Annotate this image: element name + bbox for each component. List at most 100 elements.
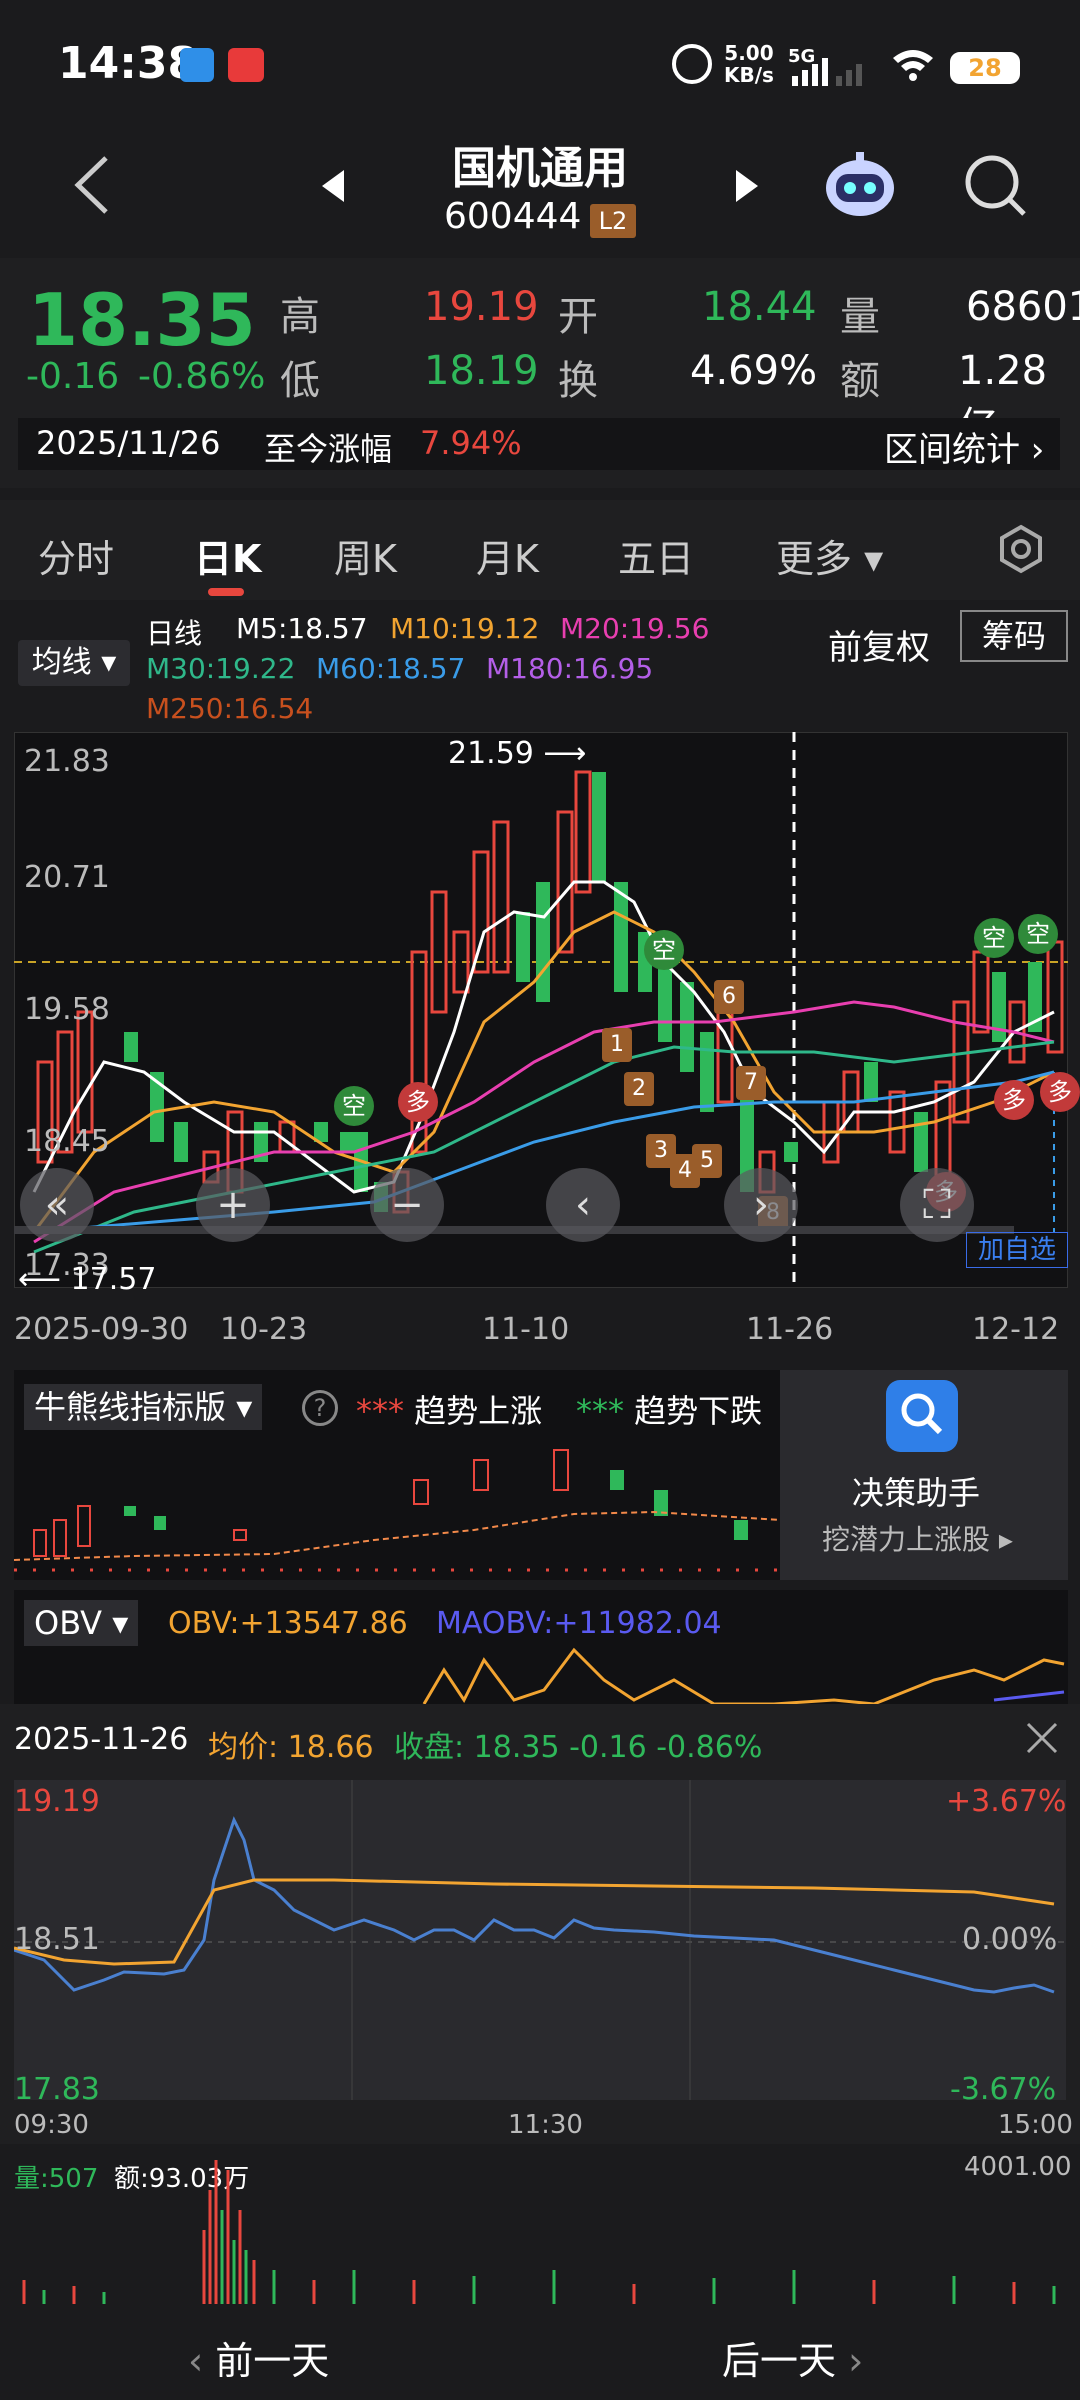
settings-icon[interactable] bbox=[996, 524, 1046, 578]
intraday-high-pct: +3.67% bbox=[946, 1784, 1067, 1819]
short-signal-badge: 空 bbox=[644, 930, 684, 970]
obv-value: OBV:+13547.86 bbox=[168, 1606, 408, 1641]
obv-canvas bbox=[422, 1647, 1065, 1704]
add-watchlist-button[interactable]: 加自选 bbox=[966, 1232, 1068, 1268]
intraday-high: 19.19 bbox=[14, 1784, 100, 1819]
change-value: -0.16 bbox=[26, 356, 120, 397]
zoom-bar bbox=[14, 1226, 1014, 1234]
count-tag: 7 bbox=[736, 1066, 766, 1100]
period-tabs bbox=[0, 500, 1080, 600]
signal-icon bbox=[790, 54, 870, 86]
y-tick: 20.71 bbox=[24, 860, 110, 895]
ma5-label: M5:18.57 bbox=[236, 612, 368, 645]
since-label: 至今涨幅 bbox=[264, 430, 393, 468]
next-stock-icon[interactable] bbox=[732, 166, 762, 210]
short-signal-badge: 空 bbox=[334, 1086, 374, 1126]
close-icon[interactable] bbox=[1024, 1720, 1060, 1760]
trend-down-legend: *** 趋势下跌 bbox=[576, 1392, 763, 1430]
last-price: 18.35 bbox=[28, 278, 256, 362]
maobv-value: MAOBV:+11982.04 bbox=[436, 1606, 722, 1641]
x-tick: 2025-09-30 bbox=[14, 1312, 189, 1347]
stock-code: 600444 bbox=[444, 196, 582, 237]
high-label: 高 bbox=[280, 294, 320, 340]
app-icon bbox=[228, 48, 264, 82]
count-tag: 6 bbox=[714, 980, 744, 1014]
indicator-selector[interactable]: 牛熊线指标版 ▾ bbox=[24, 1384, 263, 1430]
long-signal-badge: 多 bbox=[398, 1082, 438, 1122]
volume-bars bbox=[22, 2160, 1056, 2304]
collapse-left-button[interactable]: « bbox=[20, 1168, 94, 1242]
tab-five-day[interactable]: 五日 bbox=[618, 528, 694, 583]
help-icon[interactable]: ? bbox=[302, 1390, 338, 1426]
battery-icon: 28 bbox=[950, 52, 1020, 84]
ma180-label: M180:16.95 bbox=[486, 652, 654, 685]
x-tick: 11-26 bbox=[746, 1312, 834, 1347]
intraday-x-tick: 09:30 bbox=[14, 2110, 89, 2140]
net-speed: 5.00 KB/s bbox=[724, 41, 774, 87]
candles bbox=[36, 770, 1064, 1214]
level2-badge: L2 bbox=[590, 204, 636, 238]
bull-bear-canvas bbox=[14, 1449, 780, 1572]
intraday-mid-pct: 0.00% bbox=[962, 1922, 1058, 1957]
intraday-low: 17.83 bbox=[14, 2072, 100, 2107]
assistant-icon bbox=[886, 1380, 958, 1452]
scroll-left-button[interactable]: ‹ bbox=[546, 1168, 620, 1242]
tab-monthly-k[interactable]: 月K bbox=[476, 528, 539, 583]
robot-assistant-icon[interactable] bbox=[822, 150, 898, 220]
intraday-chart[interactable] bbox=[14, 1780, 1066, 2100]
intraday-x-tick: 15:00 bbox=[998, 2110, 1073, 2140]
long-signal-badge: 多 bbox=[994, 1080, 1034, 1120]
app-icon bbox=[180, 48, 214, 82]
x-tick: 11-10 bbox=[482, 1312, 570, 1347]
low-value: 18.19 bbox=[424, 348, 539, 394]
since-value: 7.94% bbox=[420, 424, 522, 462]
restore-right-button[interactable]: 前复权 bbox=[828, 620, 930, 669]
assistant-title: 决策助手 bbox=[852, 1474, 981, 1512]
stock-name: 国机通用 bbox=[452, 143, 628, 194]
short-signal-badge: 空 bbox=[1018, 914, 1058, 954]
status-time: 14:38 bbox=[58, 38, 199, 89]
tab-intraday[interactable]: 分时 bbox=[38, 528, 114, 583]
tab-weekly-k[interactable]: 周K bbox=[334, 528, 397, 583]
active-tab-indicator bbox=[208, 588, 244, 596]
chips-button[interactable]: 筹码 bbox=[960, 610, 1068, 662]
open-label: 开 bbox=[558, 294, 598, 340]
day-navigation bbox=[0, 2314, 1080, 2400]
scroll-right-button[interactable]: › bbox=[724, 1168, 798, 1242]
tab-more[interactable]: 更多 ▾ bbox=[776, 528, 883, 583]
alarm-icon bbox=[672, 44, 712, 84]
ma30-label: M30:19.22 bbox=[146, 652, 296, 685]
intraday-x-tick: 11:30 bbox=[508, 2110, 583, 2140]
x-tick: 12-12 bbox=[972, 1312, 1060, 1347]
open-value: 18.44 bbox=[702, 284, 817, 330]
range-stats-button[interactable]: 区间统计 › bbox=[884, 422, 1044, 471]
count-tag: 5 bbox=[692, 1144, 722, 1178]
ma250-label: M250:16.54 bbox=[146, 692, 314, 725]
zoom-in-button[interactable]: + bbox=[196, 1168, 270, 1242]
change-percent: -0.86% bbox=[138, 356, 266, 397]
amount-label: 额 bbox=[840, 358, 880, 404]
ma10-label: M10:19.12 bbox=[390, 612, 540, 645]
y-tick: 18.45 bbox=[24, 1124, 110, 1159]
prev-day-button[interactable]: ‹ 前一天 bbox=[188, 2330, 329, 2385]
fullscreen-button[interactable]: ⛶ bbox=[900, 1168, 974, 1242]
search-icon[interactable] bbox=[962, 152, 1028, 222]
turnover-label: 换 bbox=[558, 358, 598, 404]
tab-daily-k[interactable]: 日K bbox=[194, 528, 261, 583]
intraday-date: 2025-11-26 bbox=[14, 1722, 189, 1757]
ma-selector[interactable]: 均线 ▾ bbox=[18, 640, 130, 686]
ma60-label: M60:18.57 bbox=[316, 652, 466, 685]
volume-value: 68601 bbox=[966, 284, 1080, 330]
quote-date: 2025/11/26 bbox=[36, 424, 221, 462]
intraday-low-pct: -3.67% bbox=[950, 2072, 1057, 2107]
low-label: 低 bbox=[280, 358, 320, 404]
turnover-value: 4.69% bbox=[690, 348, 818, 394]
intraday-avg: 均价: 18.66 bbox=[208, 1730, 374, 1765]
intraday-close: 收盘: 18.35 -0.16 -0.86% bbox=[394, 1730, 763, 1765]
x-tick: 10-23 bbox=[220, 1312, 308, 1347]
high-marker: 21.59 ⟶ bbox=[448, 736, 587, 771]
next-day-button[interactable]: 后一天 › bbox=[722, 2330, 863, 2385]
zoom-out-button[interactable]: − bbox=[370, 1168, 444, 1242]
wifi-icon bbox=[890, 46, 936, 86]
short-signal-badge: 空 bbox=[974, 918, 1014, 958]
